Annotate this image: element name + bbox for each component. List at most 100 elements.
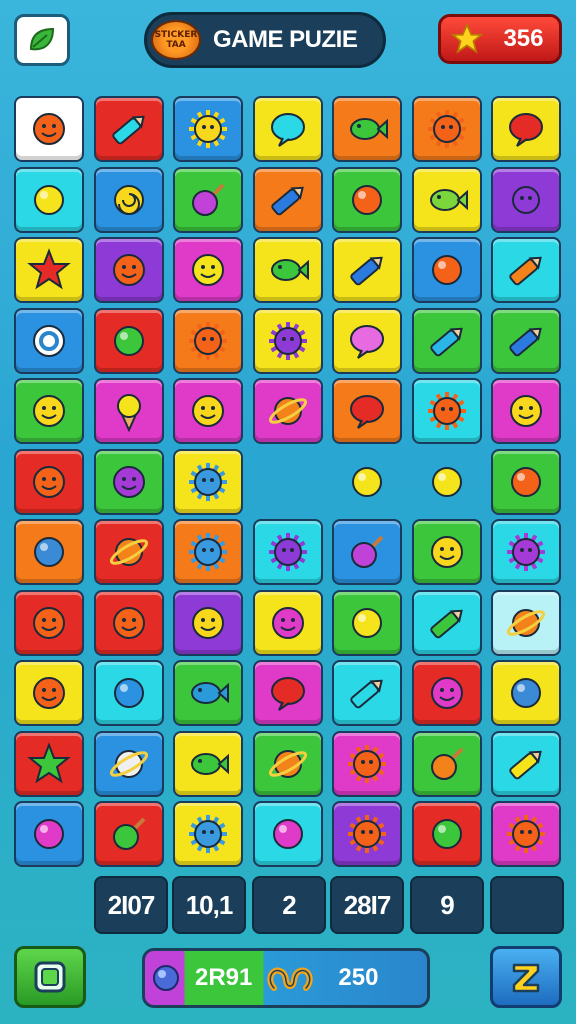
orange-face-icon: [112, 606, 145, 639]
board-tile[interactable]: [411, 589, 482, 656]
board-tile[interactable]: [93, 801, 164, 867]
board-tile[interactable]: [173, 378, 243, 444]
board-tile[interactable]: [411, 237, 482, 303]
board-tile[interactable]: [173, 96, 243, 162]
board-tile[interactable]: [253, 449, 323, 515]
board-tile[interactable]: [93, 448, 164, 515]
board-tile[interactable]: [173, 660, 243, 726]
blue-crayon-icon: [350, 256, 383, 286]
board-tile[interactable]: [411, 166, 482, 233]
board-tile[interactable]: [491, 448, 561, 515]
board-tile[interactable]: [332, 378, 402, 444]
board-tile[interactable]: [93, 660, 164, 726]
board-tile[interactable]: [173, 448, 243, 515]
board-tile[interactable]: [491, 307, 561, 374]
orange-spiky-icon: [348, 815, 386, 853]
board-tile[interactable]: [173, 730, 243, 797]
yellow-ball-icon: [352, 607, 382, 638]
square-icon: [34, 961, 66, 993]
board-tile[interactable]: [411, 519, 482, 585]
orange-ball-icon: [352, 184, 382, 215]
board-tile[interactable]: [14, 801, 84, 867]
board-tile[interactable]: [252, 166, 323, 233]
board-tile[interactable]: [252, 801, 323, 867]
board-tile[interactable]: [93, 519, 164, 585]
board-tile[interactable]: [14, 448, 84, 515]
pill-value-left: 2R91: [195, 964, 253, 991]
board-tile[interactable]: [14, 730, 84, 797]
board-tile[interactable]: [491, 519, 561, 585]
board-tile[interactable]: [491, 730, 561, 797]
board-tile[interactable]: [93, 378, 164, 444]
board-tile[interactable]: [411, 378, 482, 444]
z-logo-icon: [512, 963, 540, 993]
board-tile[interactable]: [173, 519, 243, 585]
yellow-ball-icon: [431, 466, 462, 497]
board-tile[interactable]: [173, 166, 243, 233]
board-tile[interactable]: [332, 801, 402, 867]
board-tile[interactable]: [491, 96, 561, 162]
board-tile[interactable]: [252, 589, 323, 656]
pretzel-icon: [267, 967, 313, 991]
board-tile[interactable]: [491, 589, 561, 656]
board-tile[interactable]: [332, 96, 402, 162]
board-tile[interactable]: [14, 378, 84, 444]
board-tile[interactable]: [173, 801, 243, 867]
board-tile[interactable]: [332, 307, 402, 374]
yellow-crayon-icon: [509, 750, 542, 779]
board-tile[interactable]: [173, 307, 243, 374]
board-tile[interactable]: [14, 307, 84, 374]
board-tile[interactable]: [252, 378, 323, 444]
board-tile[interactable]: [332, 660, 402, 726]
board-tile[interactable]: [173, 237, 243, 303]
bonus-button[interactable]: [490, 946, 562, 1008]
board-tile[interactable]: [173, 589, 243, 656]
board-tile[interactable]: [491, 166, 561, 233]
score-value: 356: [503, 25, 544, 52]
board-tile[interactable]: [14, 519, 84, 585]
board-tile[interactable]: [93, 307, 164, 374]
menu-button[interactable]: [14, 14, 70, 66]
board-tile[interactable]: [411, 96, 482, 162]
board-tile[interactable]: [14, 660, 84, 726]
board-tile[interactable]: [252, 660, 323, 726]
orange-spiky-icon: [348, 744, 386, 783]
board-tile[interactable]: [252, 307, 323, 374]
board-tile[interactable]: [14, 96, 84, 162]
board-tile[interactable]: [93, 96, 164, 162]
board-tile[interactable]: [14, 589, 84, 656]
board-tile[interactable]: [411, 660, 482, 726]
board-tile[interactable]: [332, 237, 402, 303]
board-tile[interactable]: [491, 378, 561, 444]
board-tile[interactable]: [412, 449, 482, 515]
board-tile[interactable]: [252, 519, 323, 585]
board-tile[interactable]: [93, 237, 164, 303]
board-tile[interactable]: [491, 237, 561, 303]
board-tile[interactable]: [14, 237, 84, 303]
orange-lollipop-icon: [430, 747, 463, 780]
board-tile[interactable]: [252, 96, 323, 162]
board-tile[interactable]: [332, 449, 402, 515]
board-tile[interactable]: [14, 166, 84, 233]
stat-box: [490, 876, 564, 934]
board-tile[interactable]: [252, 237, 323, 303]
board-tile[interactable]: [332, 730, 402, 797]
purple-lollipop-icon: [351, 535, 384, 568]
yellow-spiral-icon: [113, 184, 144, 215]
board-tile[interactable]: [491, 660, 561, 726]
logo-text: STICKER TAA: [154, 30, 198, 50]
board-tile[interactable]: [332, 166, 402, 233]
board-tile[interactable]: [411, 307, 482, 374]
board-tile[interactable]: [332, 589, 402, 656]
board-tile[interactable]: [93, 166, 164, 233]
board-tile[interactable]: [491, 801, 561, 867]
board-tile[interactable]: [411, 801, 482, 867]
home-button[interactable]: [14, 946, 86, 1008]
board-tile[interactable]: [332, 519, 402, 585]
board-tile[interactable]: [93, 730, 164, 797]
yellow-ball-icon: [34, 184, 64, 215]
board-tile[interactable]: [411, 730, 482, 797]
board-tile[interactable]: [93, 589, 164, 656]
board-tile[interactable]: [252, 730, 323, 797]
green-star-icon: [27, 741, 71, 783]
